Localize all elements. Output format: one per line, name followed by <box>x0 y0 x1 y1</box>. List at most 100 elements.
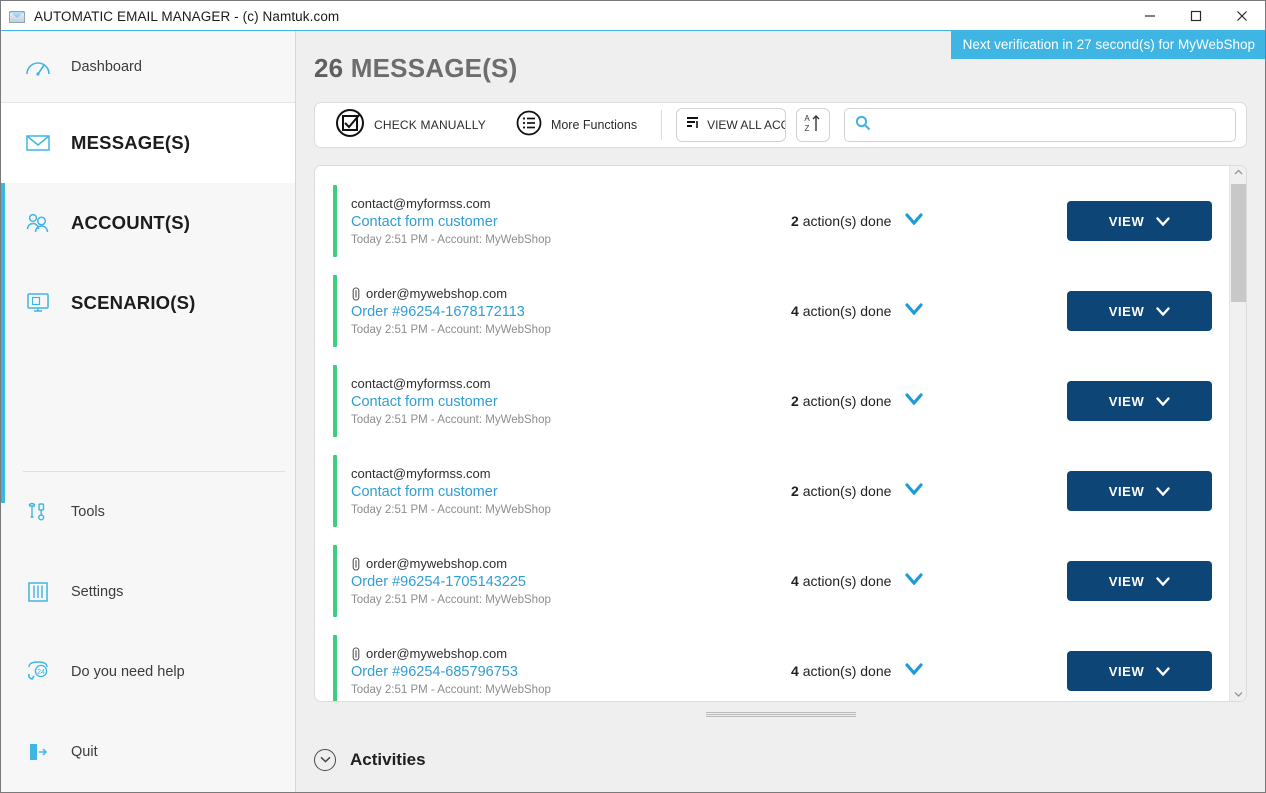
view-button[interactable]: VIEW <box>1067 291 1212 331</box>
close-button[interactable] <box>1219 1 1265 31</box>
actions-done-text: 4 action(s) done <box>791 663 891 679</box>
message-subject[interactable]: Contact form customer <box>351 484 781 500</box>
sidebar-item-scenarios[interactable]: SCENARIO(S) <box>1 263 295 343</box>
chevron-down-circle-icon[interactable] <box>314 748 336 771</box>
sidebar-item-accounts[interactable]: ACCOUNT(S) <box>1 183 295 263</box>
window-controls <box>1127 1 1265 31</box>
actions-count: 4 <box>791 573 799 589</box>
actions-done-text: 4 action(s) done <box>791 303 891 319</box>
toolbar: CHECK MANUALLY More Functions VIEW ALL A… <box>314 102 1247 148</box>
sidebar-item-settings[interactable]: Settings <box>1 552 295 632</box>
message-actions[interactable]: 2 action(s) done <box>781 482 1067 500</box>
chevron-down-icon <box>1156 574 1171 589</box>
message-subject[interactable]: Order #96254-1705143225 <box>351 574 781 590</box>
attachment-icon <box>351 286 361 301</box>
sidebar-item-dashboard[interactable]: Dashboard <box>1 31 295 103</box>
message-actions[interactable]: 2 action(s) done <box>781 392 1067 410</box>
view-button[interactable]: VIEW <box>1067 381 1212 421</box>
message-subject[interactable]: Contact form customer <box>351 214 781 230</box>
window-body: Dashboard MESSAGE(S) ACCOUNT(S) SCENARIO… <box>1 31 1265 792</box>
sidebar-item-messages[interactable]: MESSAGE(S) <box>1 103 295 183</box>
actions-done-text: 2 action(s) done <box>791 393 891 409</box>
users-icon <box>23 208 53 238</box>
panel-splitter[interactable] <box>296 702 1265 726</box>
scrollbar-thumb[interactable] <box>1231 184 1246 302</box>
app-icon <box>8 8 26 24</box>
sidebar-item-help[interactable]: 24 Do you need help <box>1 632 295 712</box>
view-button[interactable]: VIEW <box>1067 201 1212 241</box>
chevron-down-icon[interactable] <box>905 662 924 680</box>
message-meta: Today 2:51 PM - Account: MyWebShop <box>351 414 551 426</box>
table-row[interactable]: contact@myformss.com Contact form custom… <box>315 176 1229 266</box>
message-from-text: contact@myformss.com <box>351 196 491 211</box>
view-button[interactable]: VIEW <box>1067 561 1212 601</box>
actions-label: action(s) done <box>802 303 892 319</box>
actions-done-text: 4 action(s) done <box>791 573 891 589</box>
chevron-down-icon[interactable] <box>905 572 924 590</box>
message-from: order@mywebshop.com <box>351 286 781 301</box>
sidebar-item-label: Quit <box>71 744 98 760</box>
view-button-label: VIEW <box>1108 393 1145 409</box>
sidebar-item-label: MESSAGE(S) <box>71 132 191 153</box>
message-from-text: contact@myformss.com <box>351 376 491 391</box>
table-row[interactable]: order@mywebshop.com Order #96254-1678172… <box>315 266 1229 356</box>
message-actions[interactable]: 4 action(s) done <box>781 302 1067 320</box>
message-info: order@mywebshop.com Order #96254-1678172… <box>351 286 781 336</box>
message-subject[interactable]: Contact form customer <box>351 394 781 410</box>
table-row[interactable]: order@mywebshop.com Order #96254-1705143… <box>315 536 1229 626</box>
sidebar-item-label: Do you need help <box>71 664 185 680</box>
actions-label: action(s) done <box>802 663 892 679</box>
view-button-label: VIEW <box>1108 483 1145 499</box>
chevron-down-icon[interactable] <box>905 392 924 410</box>
actions-label: action(s) done <box>802 213 892 229</box>
chevron-down-icon[interactable] <box>905 302 924 320</box>
search-input[interactable] <box>879 117 1225 133</box>
view-button-label: VIEW <box>1108 213 1145 229</box>
status-accent-bar <box>333 635 337 701</box>
sidebar-item-quit[interactable]: Quit <box>1 712 295 792</box>
svg-text:Z: Z <box>805 124 810 133</box>
splitter-grip[interactable] <box>705 711 856 717</box>
status-accent-bar <box>333 455 337 527</box>
scroll-up-icon[interactable] <box>1234 168 1243 177</box>
sidebar-item-label: Tools <box>71 504 105 520</box>
table-row[interactable]: contact@myformss.com Contact form custom… <box>315 356 1229 446</box>
status-accent-bar <box>333 365 337 437</box>
sidebar-item-label: SCENARIO(S) <box>71 292 196 313</box>
sidebar-item-tools[interactable]: Tools <box>1 472 295 552</box>
sidebar: Dashboard MESSAGE(S) ACCOUNT(S) SCENARIO… <box>1 31 296 792</box>
chevron-down-icon <box>1156 394 1171 409</box>
minimize-button[interactable] <box>1127 1 1173 31</box>
check-manually-button[interactable]: CHECK MANUALLY <box>329 106 492 144</box>
scroll-down-icon[interactable] <box>1234 690 1243 699</box>
filter-list-icon <box>686 116 700 134</box>
chevron-down-icon[interactable] <box>905 212 924 230</box>
more-functions-button[interactable]: More Functions <box>510 106 643 144</box>
chevron-down-icon[interactable] <box>905 482 924 500</box>
message-from: order@mywebshop.com <box>351 556 781 571</box>
view-button[interactable]: VIEW <box>1067 651 1212 691</box>
activities-section[interactable]: Activities <box>296 726 1265 792</box>
maximize-button[interactable] <box>1173 1 1219 31</box>
message-subject[interactable]: Order #96254-685796753 <box>351 664 781 680</box>
message-meta: Today 2:51 PM - Account: MyWebShop <box>351 504 551 516</box>
table-row[interactable]: order@mywebshop.com Order #96254-6857967… <box>315 626 1229 701</box>
message-actions[interactable]: 4 action(s) done <box>781 572 1067 590</box>
message-actions[interactable]: 4 action(s) done <box>781 662 1067 680</box>
search-icon <box>855 115 871 136</box>
view-button[interactable]: VIEW <box>1067 471 1212 511</box>
search-box[interactable] <box>844 108 1236 142</box>
message-list-scrollbar[interactable] <box>1229 166 1246 701</box>
view-all-accounts-button[interactable]: VIEW ALL ACCO <box>676 108 787 142</box>
message-meta: Today 2:51 PM - Account: MyWebShop <box>351 684 551 696</box>
attachment-icon <box>351 646 361 661</box>
table-row[interactable]: contact@myformss.com Contact form custom… <box>315 446 1229 536</box>
message-subject[interactable]: Order #96254-1678172113 <box>351 304 781 320</box>
message-actions[interactable]: 2 action(s) done <box>781 212 1067 230</box>
view-button-label: VIEW <box>1108 663 1145 679</box>
actions-label: action(s) done <box>802 483 892 499</box>
chevron-down-icon <box>1156 484 1171 499</box>
sort-az-button[interactable]: A Z <box>796 108 831 142</box>
circle-checkbox-icon <box>335 108 365 143</box>
